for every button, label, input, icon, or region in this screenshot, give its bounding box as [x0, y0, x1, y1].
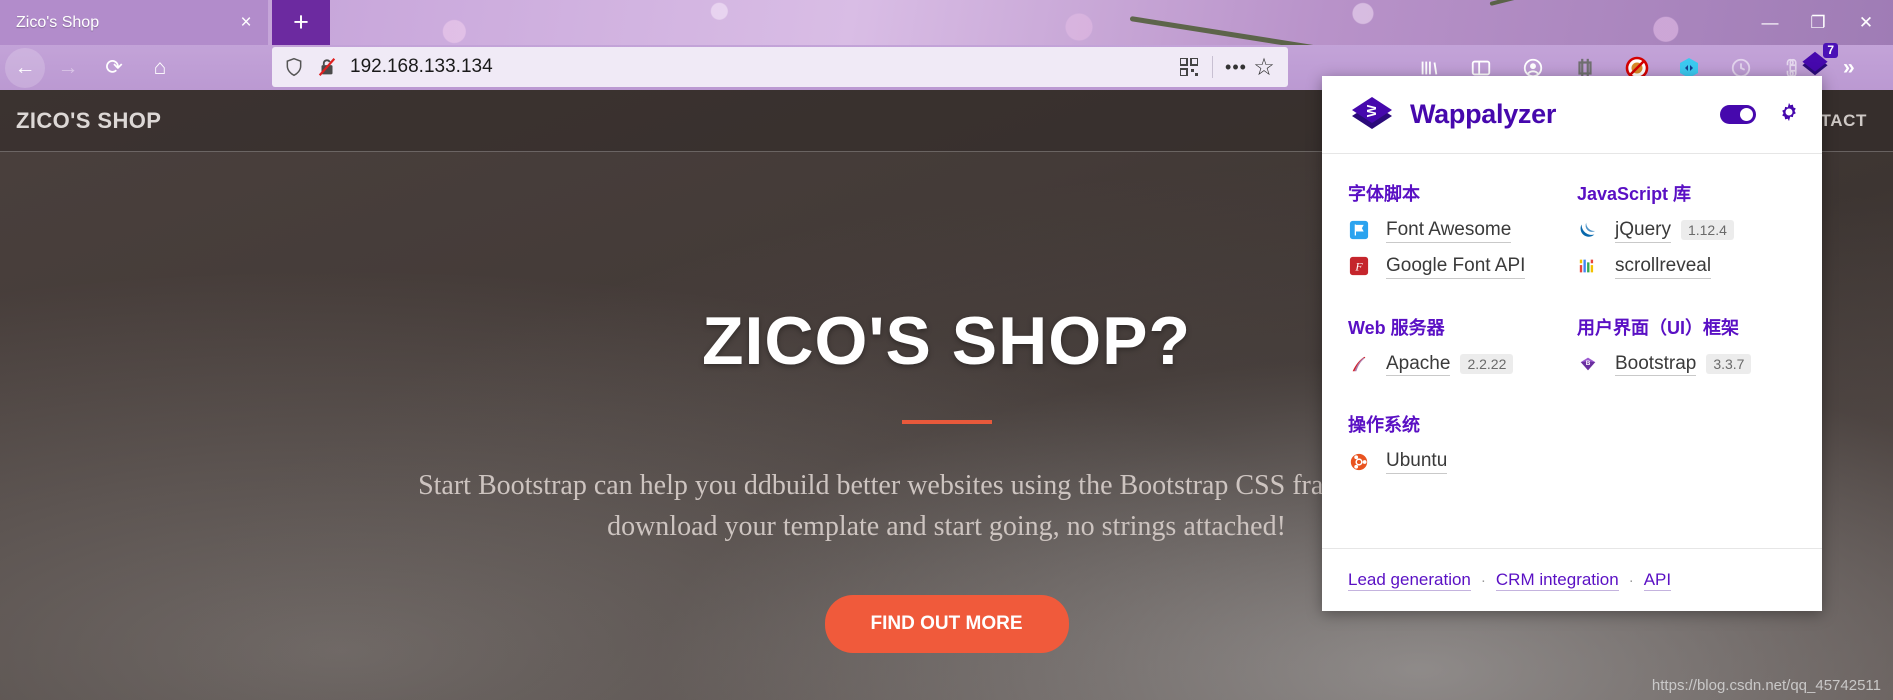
ubuntu-icon [1348, 451, 1370, 473]
footer-link-lead-generation[interactable]: Lead generation [1348, 570, 1471, 591]
technology-item[interactable]: Font Awesome [1348, 218, 1567, 243]
category-title: JavaScript 库 [1577, 184, 1692, 204]
close-icon[interactable]: × [234, 11, 258, 35]
back-icon[interactable]: ← [5, 47, 45, 88]
footer-link-crm-integration[interactable]: CRM integration [1495, 570, 1619, 591]
svg-text:B: B [1586, 360, 1591, 367]
site-brand[interactable]: ZICO'S SHOP [16, 108, 161, 134]
hero-title: ZICO'S SHOP? [701, 303, 1192, 379]
svg-text:W: W [1364, 104, 1379, 117]
footer-separator: · [1628, 571, 1634, 589]
technology-name[interactable]: jQuery [1615, 218, 1671, 243]
technology-item[interactable]: jQuery 1.12.4 [1577, 218, 1796, 243]
jquery-icon [1577, 219, 1599, 241]
address-bar[interactable]: 192.168.133.134 ••• ☆ [272, 47, 1288, 87]
technology-category: Web 服务器 Apache 2.2.22 [1348, 314, 1567, 388]
home-icon[interactable]: ⌂ [137, 45, 183, 90]
font-awesome-icon [1348, 219, 1370, 241]
maximize-icon[interactable]: ❐ [1807, 12, 1829, 34]
wappalyzer-panel-header: W Wappalyzer [1322, 76, 1822, 154]
category-title: 字体脚本 [1348, 184, 1420, 204]
category-title: Web 服务器 [1348, 317, 1445, 338]
wappalyzer-panel-body: 字体脚本 Font Awesome F Google Font API Java… [1322, 154, 1822, 548]
technology-name[interactable]: Ubuntu [1386, 449, 1448, 474]
technology-item[interactable]: F Google Font API [1348, 254, 1567, 279]
window-controls: — ❐ ✕ [1759, 0, 1887, 45]
footer-separator: · [1480, 571, 1486, 589]
url-text[interactable]: 192.168.133.134 [350, 56, 1175, 78]
technology-item[interactable]: Ubuntu [1348, 449, 1567, 474]
technology-category: JavaScript 库 jQuery 1.12.4 scrollreveal [1577, 180, 1796, 290]
wappalyzer-logo-icon: W [1352, 96, 1392, 129]
google-font-api-icon: F [1348, 255, 1370, 277]
extension-badge-count: 7 [1823, 43, 1838, 59]
bookmark-star-icon[interactable]: ☆ [1250, 53, 1278, 81]
technology-category-grid: 字体脚本 Font Awesome F Google Font API Java… [1348, 180, 1796, 509]
qr-code-icon[interactable] [1175, 53, 1203, 81]
apache-icon [1348, 353, 1370, 375]
category-title: 用户界面（UI）框架 [1577, 317, 1739, 338]
hero-subtitle: Start Bootstrap can help you ddbuild bet… [418, 470, 1475, 542]
new-tab-button[interactable]: + [272, 0, 330, 45]
page-actions-icon[interactable]: ••• [1222, 53, 1250, 81]
gear-icon[interactable] [1778, 101, 1800, 128]
toolbar-overflow-icon[interactable]: » [1843, 56, 1855, 80]
minimize-icon[interactable]: — [1759, 12, 1781, 34]
shield-icon [286, 57, 302, 77]
technology-category: 操作系统 Ubuntu [1348, 411, 1567, 485]
reload-icon[interactable]: ⟳ [91, 45, 137, 90]
tab-title: Zico's Shop [16, 13, 100, 31]
hero-cta-button[interactable]: FIND OUT MORE [824, 595, 1069, 654]
technology-item[interactable]: Apache 2.2.22 [1348, 352, 1567, 377]
technology-name[interactable]: Apache [1386, 352, 1451, 377]
technology-category: 用户界面（UI）框架 B Bootstrap 3.3.7 [1577, 314, 1796, 388]
divider [1212, 56, 1213, 78]
technology-category: 字体脚本 Font Awesome F Google Font API [1348, 180, 1567, 290]
technology-name[interactable]: Font Awesome [1386, 218, 1512, 243]
technology-name[interactable]: scrollreveal [1615, 254, 1712, 279]
wappalyzer-panel: W Wappalyzer 字体脚本 Font Awesome F Google … [1322, 76, 1822, 611]
technology-item[interactable]: B Bootstrap 3.3.7 [1577, 352, 1796, 377]
technology-version: 3.3.7 [1706, 353, 1752, 374]
technology-version: 2.2.22 [1460, 353, 1514, 374]
technology-name[interactable]: Google Font API [1386, 254, 1526, 279]
wappalyzer-toggle[interactable] [1720, 105, 1756, 124]
footer-link-api[interactable]: API [1643, 570, 1672, 591]
forward-icon[interactable]: → [45, 45, 91, 90]
scrollreveal-icon [1577, 255, 1599, 277]
window-close-icon[interactable]: ✕ [1855, 12, 1877, 34]
wappalyzer-header-actions [1720, 101, 1800, 128]
technology-name[interactable]: Bootstrap [1615, 352, 1697, 377]
browser-titlebar: Zico's Shop × + — ❐ ✕ [0, 0, 1893, 45]
svg-text:F: F [1354, 260, 1363, 274]
insecure-lock-icon [318, 58, 336, 76]
bootstrap-icon: B [1577, 353, 1599, 375]
wappalyzer-panel-footer: Lead generation · CRM integration · API [1322, 548, 1822, 611]
hero-divider [901, 420, 992, 424]
watermark-text: https://blog.csdn.net/qq_45742511 [1651, 677, 1881, 694]
browser-tab[interactable]: Zico's Shop × [0, 0, 268, 45]
category-title: 操作系统 [1348, 415, 1420, 436]
wappalyzer-title: Wappalyzer [1410, 99, 1557, 129]
technology-item[interactable]: scrollreveal [1577, 254, 1796, 279]
technology-version: 1.12.4 [1680, 220, 1734, 241]
